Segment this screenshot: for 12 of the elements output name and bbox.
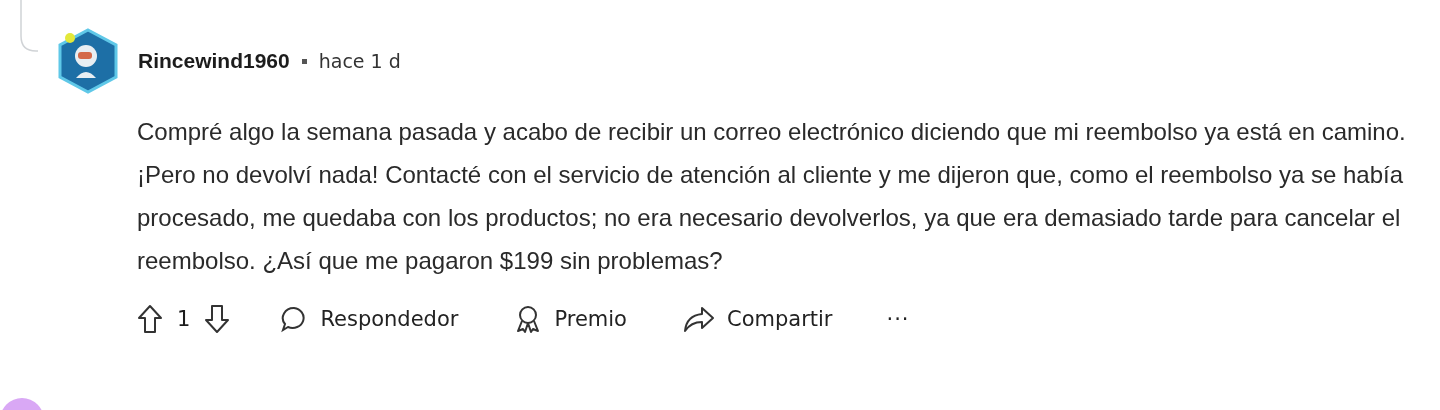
share-arrow-icon (682, 305, 715, 333)
downvote-icon[interactable] (204, 304, 231, 334)
share-button[interactable]: Compartir (676, 301, 839, 337)
username[interactable]: Rincewind1960 (138, 49, 290, 73)
upvote-icon[interactable] (137, 304, 163, 334)
comment-text: Compré algo la semana pasada y acabo de recibir un correo electrónico diciendo que mi reembolso ya está en camino. ¡Pero no devolví nada! Contacté con el servicio de atención al cliente y me dijeron que, como el reembolso ya se había procesado, me quedaba con los productos; no era necesario devolverlos, ya que era demasiado tarde para cancelar el reembolso. ¿Así que me pagaron $199 sin problemas? (137, 117, 1407, 276)
vote-count: 1 (177, 307, 191, 331)
more-options-button[interactable]: ··· (880, 303, 916, 335)
reply-button[interactable]: Respondedor (274, 301, 465, 337)
timestamp: hace 1 d (318, 50, 401, 72)
thread-line (20, 0, 38, 52)
award-button[interactable]: Premio (508, 300, 633, 338)
